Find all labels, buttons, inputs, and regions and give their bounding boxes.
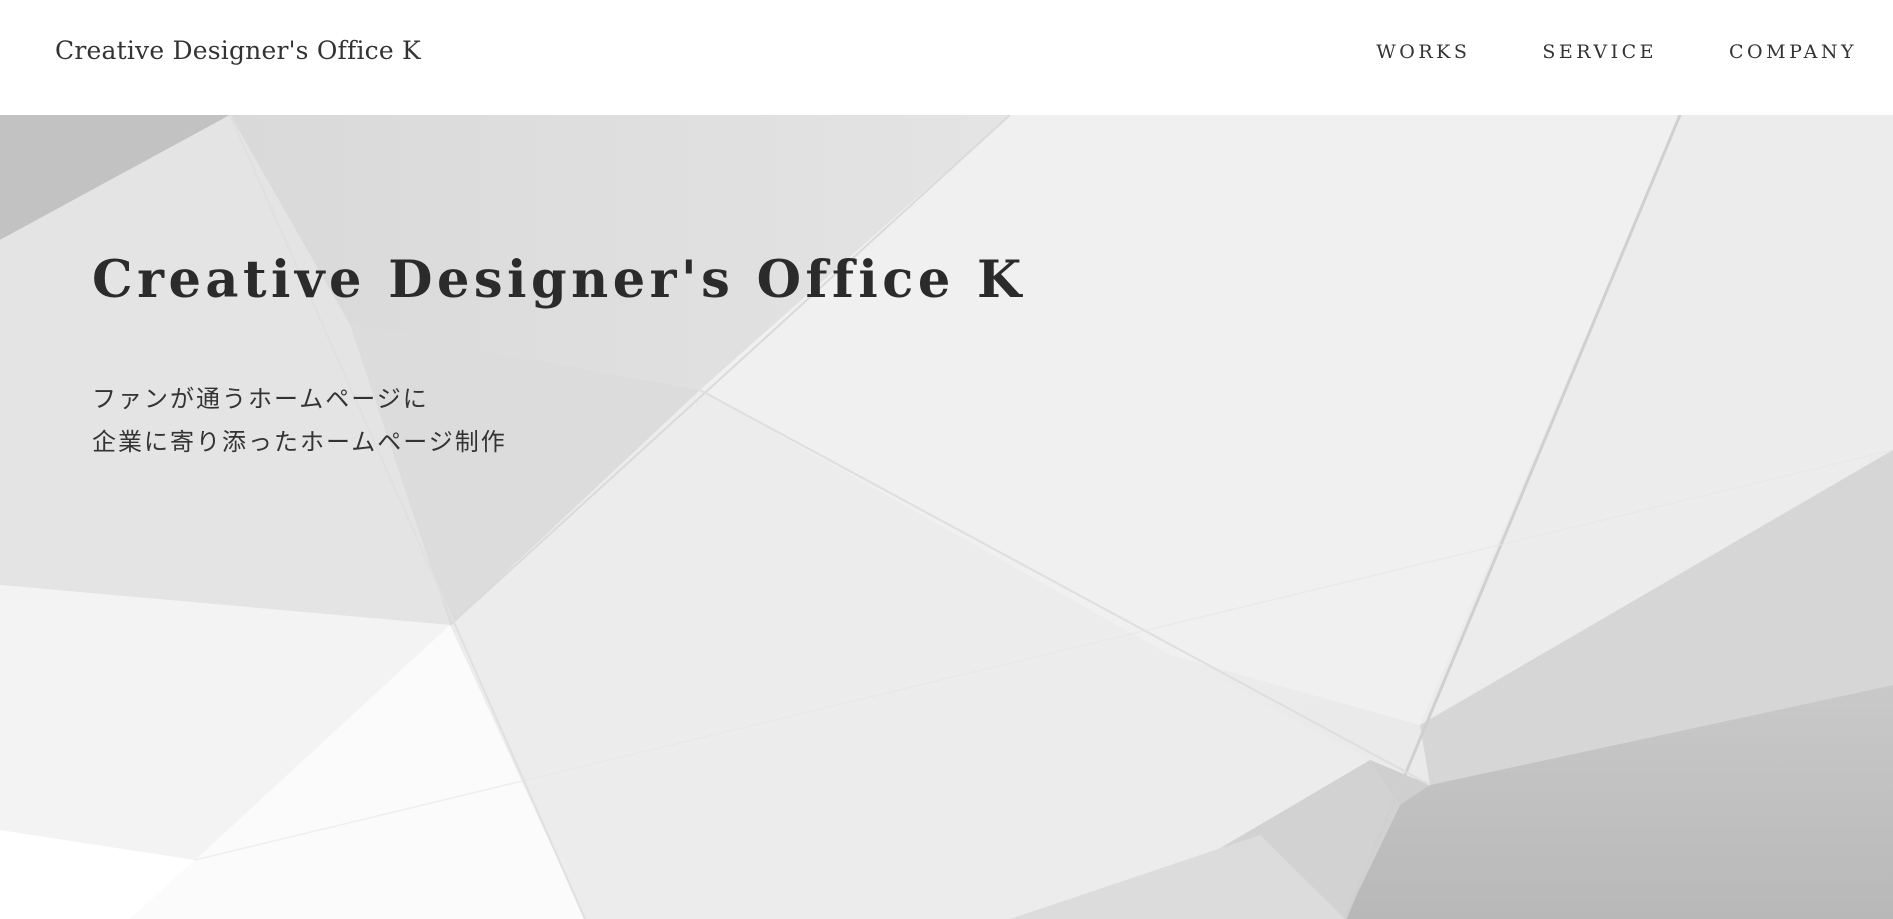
site-header: Creative Designer's Office K WORKS SERVI… [0,0,1893,115]
hero-subtitle-line-1: ファンが通うホームページに [92,385,429,413]
hero-section: Creative Designer's Office K ファンが通うホームペー… [0,115,1893,919]
nav-link-service[interactable]: SERVICE [1542,41,1657,63]
nav-link-company[interactable]: COMPANY [1729,41,1857,63]
nav-link-works[interactable]: WORKS [1376,41,1470,63]
hero-subtitle-line-2: 企業に寄り添ったホームページ制作 [92,428,507,456]
hero-background-image [0,115,1893,919]
main-nav: WORKS SERVICE COMPANY [1376,41,1857,63]
hero-title: Creative Designer's Office K [92,250,1026,310]
hero-subtitle: ファンが通うホームページに 企業に寄り添ったホームページ制作 [92,378,507,464]
site-logo[interactable]: Creative Designer's Office K [55,36,421,65]
